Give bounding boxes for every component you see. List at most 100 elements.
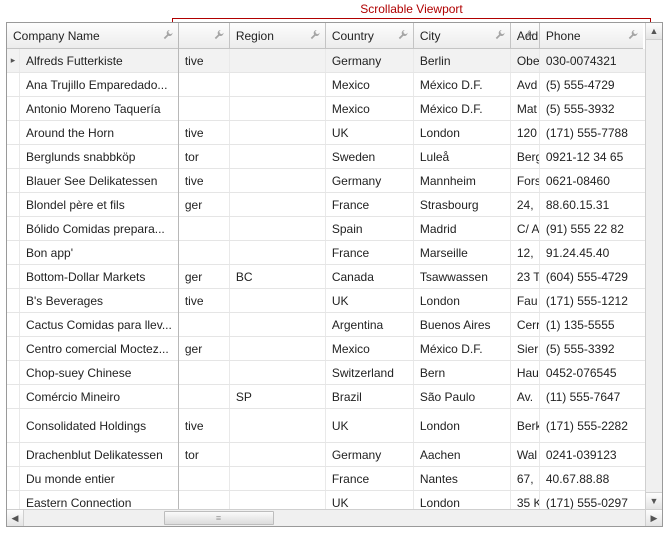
cell-company[interactable]: Alfreds Futterkiste [20,49,178,72]
cell-city[interactable]: México D.F. [414,97,511,120]
table-row[interactable]: Around the Horn [7,121,178,145]
cell-city[interactable]: México D.F. [414,337,511,360]
cell-country[interactable]: Argentina [326,313,414,336]
cell-region[interactable] [230,193,326,216]
table-row[interactable]: gerMexicoMéxico D.F.Sier(5) 555-3392 [179,337,645,361]
cell-address[interactable]: 67, [511,467,540,490]
cell-phone[interactable]: (604) 555-4729 [540,265,643,288]
cell-city[interactable]: Luleå [414,145,511,168]
scroll-down-button[interactable]: ▼ [646,492,662,509]
column-header-company[interactable]: Company Name [7,23,178,49]
cell-region[interactable] [230,73,326,96]
cell-region[interactable] [230,409,326,442]
cell-region[interactable] [230,145,326,168]
row-selector[interactable] [7,467,20,490]
cell-contact[interactable]: tive [179,169,230,192]
cell-address[interactable]: C/ A [511,217,540,240]
table-row[interactable]: tiveUKLondonBerk 12(171) 555-2282 [179,409,645,443]
cell-region[interactable] [230,217,326,240]
cell-address[interactable]: Fau [511,289,540,312]
table-row[interactable]: Centro comercial Moctez... [7,337,178,361]
cell-country[interactable]: UK [326,289,414,312]
cell-phone[interactable]: 0921-12 34 65 [540,145,643,168]
wrench-icon[interactable] [162,30,174,42]
cell-phone[interactable]: (91) 555 22 82 [540,217,643,240]
cell-phone[interactable]: 0621-08460 [540,169,643,192]
cell-contact[interactable] [179,491,230,509]
cell-company[interactable]: Comércio Mineiro [20,385,178,408]
table-row[interactable]: Eastern Connection [7,491,178,509]
cell-phone[interactable]: 0452-076545 [540,361,643,384]
table-row[interactable]: SPBrazilSão PauloAv.(11) 555-7647 [179,385,645,409]
cell-contact[interactable] [179,217,230,240]
table-row[interactable]: Berglunds snabbköp [7,145,178,169]
table-row[interactable]: Blauer See Delikatessen [7,169,178,193]
cell-city[interactable]: México D.F. [414,73,511,96]
cell-contact[interactable]: tor [179,443,230,466]
horizontal-scroll-track[interactable]: ≡ [24,510,645,526]
cell-country[interactable]: Germany [326,443,414,466]
cell-company[interactable]: Blondel père et fils [20,193,178,216]
cell-city[interactable]: Berlin [414,49,511,72]
row-selector[interactable] [7,97,20,120]
cell-phone[interactable]: (171) 555-0297 [540,491,643,509]
cell-company[interactable]: Drachenblut Delikatessen [20,443,178,466]
cell-region[interactable] [230,313,326,336]
cell-contact[interactable]: ger [179,193,230,216]
row-selector[interactable] [7,73,20,96]
cell-address[interactable]: 35 K [511,491,540,509]
row-selector[interactable] [7,491,20,509]
cell-region[interactable] [230,121,326,144]
cell-company[interactable]: Bólido Comidas prepara... [20,217,178,240]
cell-city[interactable]: Buenos Aires [414,313,511,336]
cell-contact[interactable] [179,361,230,384]
cell-phone[interactable]: (5) 555-3932 [540,97,643,120]
cell-contact[interactable]: tive [179,121,230,144]
cell-address[interactable]: Obe [511,49,540,72]
horizontal-scroll-thumb[interactable]: ≡ [164,511,274,525]
cell-contact[interactable] [179,73,230,96]
row-selector[interactable] [7,265,20,288]
table-row[interactable]: FranceNantes67,40.67.88.88 [179,467,645,491]
cell-contact[interactable] [179,97,230,120]
wrench-icon[interactable] [494,30,506,42]
cell-region[interactable] [230,49,326,72]
row-selector[interactable] [7,121,20,144]
table-row[interactable]: Drachenblut Delikatessen [7,443,178,467]
cell-address[interactable]: 12, [511,241,540,264]
cell-city[interactable]: London [414,289,511,312]
table-row[interactable]: Cactus Comidas para llev... [7,313,178,337]
table-row[interactable]: B's Beverages [7,289,178,313]
cell-phone[interactable]: 91.24.45.40 [540,241,643,264]
cell-company[interactable]: Bon app' [20,241,178,264]
cell-city[interactable]: Mannheim [414,169,511,192]
row-selector[interactable] [7,409,20,442]
row-selector[interactable] [7,145,20,168]
cell-region[interactable] [230,467,326,490]
cell-country[interactable]: UK [326,121,414,144]
cell-country[interactable]: UK [326,409,414,442]
table-row[interactable]: Chop-suey Chinese [7,361,178,385]
cell-company[interactable]: Cactus Comidas para llev... [20,313,178,336]
cell-address[interactable]: 23 T [511,265,540,288]
cell-country[interactable]: Mexico [326,73,414,96]
cell-region[interactable] [230,337,326,360]
cell-city[interactable]: São Paulo [414,385,511,408]
row-selector[interactable] [7,443,20,466]
cell-city[interactable]: Nantes [414,467,511,490]
cell-city[interactable]: Bern [414,361,511,384]
cell-company[interactable]: Consolidated Holdings [20,409,178,442]
cell-country[interactable]: France [326,467,414,490]
table-row[interactable]: ▸Alfreds Futterkiste [7,49,178,73]
row-selector[interactable] [7,289,20,312]
table-row[interactable]: MexicoMéxico D.F.Avd(5) 555-4729 [179,73,645,97]
row-selector[interactable] [7,385,20,408]
table-row[interactable]: Ana Trujillo Emparedado... [7,73,178,97]
cell-city[interactable]: Aachen [414,443,511,466]
cell-contact[interactable]: ger [179,265,230,288]
cell-phone[interactable]: 0241-039123 [540,443,643,466]
cell-address[interactable]: Avd [511,73,540,96]
cell-country[interactable]: Germany [326,49,414,72]
cell-city[interactable]: Madrid [414,217,511,240]
cell-address[interactable]: Sier [511,337,540,360]
